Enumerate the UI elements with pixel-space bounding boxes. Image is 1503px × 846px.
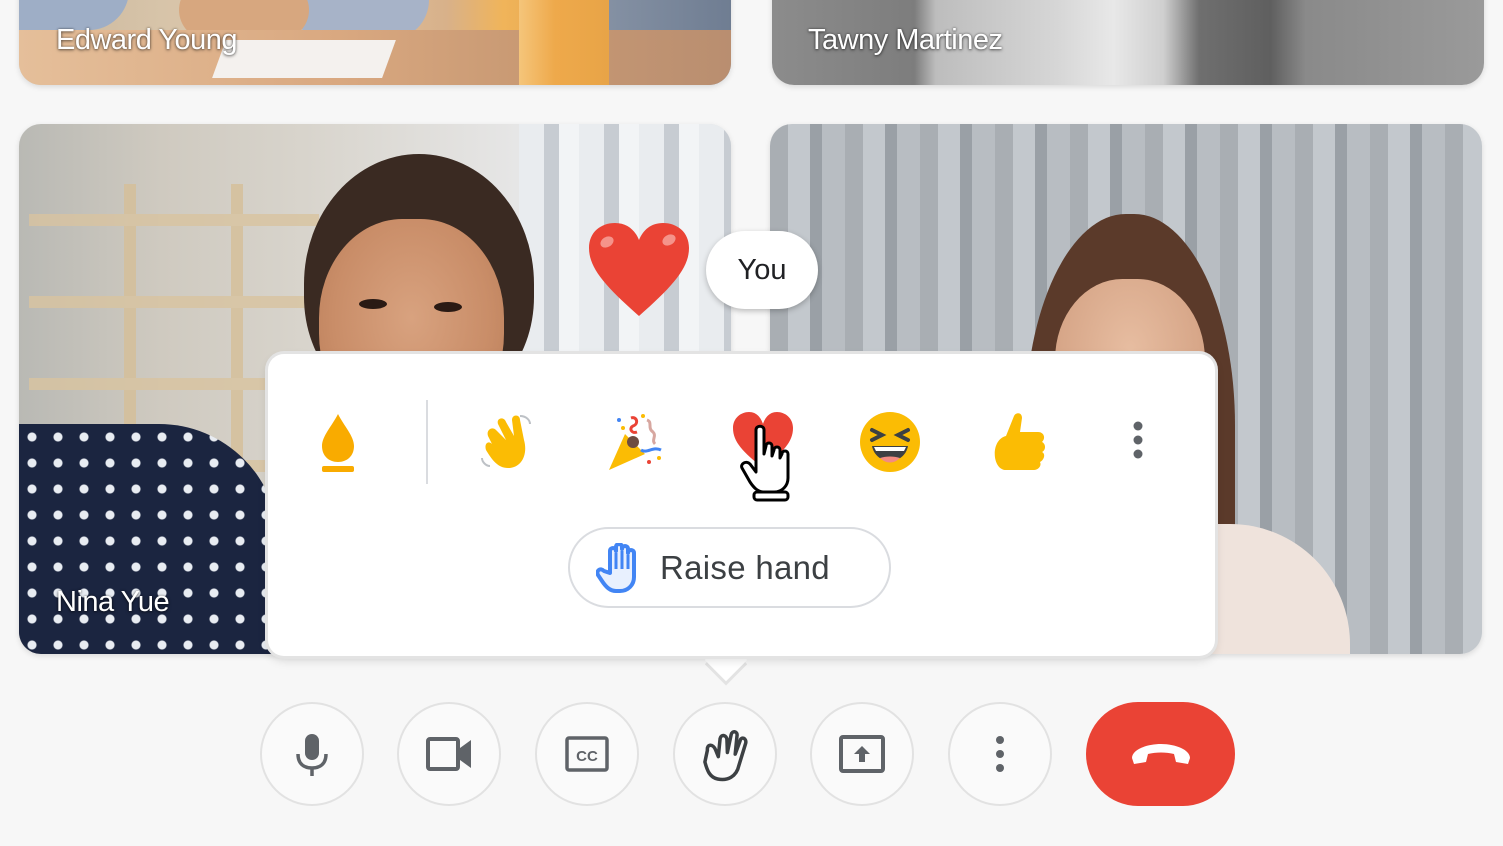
participant-name: Tawny Martinez — [808, 24, 1003, 56]
video-person — [19, 424, 279, 654]
skin-tone-button[interactable] — [298, 402, 378, 482]
video-background — [519, 0, 609, 85]
reaction-party-popper[interactable] — [595, 402, 675, 482]
participant-tile-edward-young[interactable]: Edward Young — [19, 0, 731, 85]
participant-tile-tawny-martinez[interactable]: Tawny Martinez — [772, 0, 1484, 85]
raise-hand-outline-icon — [703, 730, 748, 782]
video-background — [212, 40, 396, 78]
clapping-hands-icon — [481, 415, 531, 468]
microphone-icon — [296, 734, 328, 776]
end-call-button[interactable] — [1086, 702, 1235, 806]
laughing-face-icon — [860, 412, 920, 472]
present-screen-button[interactable] — [810, 702, 914, 806]
more-reactions-button[interactable] — [1098, 402, 1178, 482]
reaction-panel: Raise hand — [268, 354, 1215, 656]
floating-heart-reaction-icon — [589, 223, 689, 316]
camera-icon — [426, 737, 471, 771]
reactions-button[interactable] — [673, 702, 777, 806]
video-person — [434, 302, 462, 312]
reaction-red-heart[interactable] — [723, 402, 803, 482]
more-options-button[interactable] — [948, 702, 1052, 806]
raise-hand-icon — [596, 542, 636, 593]
present-screen-icon — [839, 735, 885, 773]
camera-button[interactable] — [397, 702, 501, 806]
video-person — [359, 299, 387, 309]
divider — [426, 400, 428, 484]
raise-hand-label: Raise hand — [660, 548, 830, 586]
reaction-laughing-face[interactable] — [850, 402, 930, 482]
reaction-clapping-hands[interactable] — [468, 402, 548, 482]
closed-captions-icon: CC — [565, 736, 609, 772]
more-vert-icon — [1133, 421, 1143, 459]
reaction-sender-label: You — [706, 231, 818, 309]
raise-hand-button[interactable]: Raise hand — [568, 527, 891, 608]
participant-name: Edward Young — [56, 24, 238, 56]
microphone-button[interactable] — [260, 702, 364, 806]
participant-name: Nina Yue — [56, 586, 170, 618]
captions-text: CC — [576, 748, 598, 765]
end-call-icon — [1131, 744, 1190, 764]
party-popper-icon — [609, 414, 662, 470]
thumbs-up-icon — [994, 413, 1045, 470]
skin-tone-drop-icon — [322, 414, 354, 472]
captions-button[interactable]: CC — [535, 702, 639, 806]
more-options-icon — [996, 736, 1004, 772]
red-heart-icon — [733, 412, 793, 468]
reaction-thumbs-up[interactable] — [976, 402, 1056, 482]
